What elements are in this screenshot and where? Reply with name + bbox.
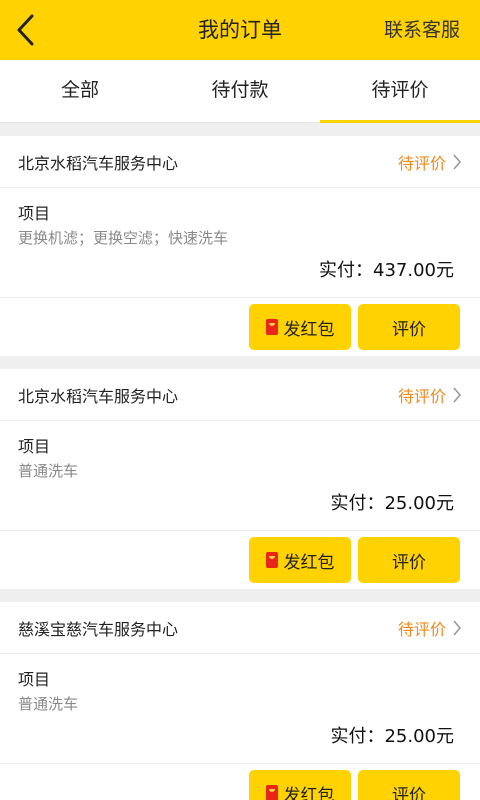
order-header[interactable]: 北京水稻汽车服务中心 待评价	[0, 136, 480, 188]
red-packet-icon	[265, 785, 278, 800]
item-list: 普通洗车	[18, 462, 79, 480]
paid-amount: 实付：437.00元	[319, 260, 454, 281]
item-label: 项目	[18, 204, 51, 223]
contact-service-button[interactable]: 联系客服	[384, 0, 460, 60]
order-actions: 发红包 评价	[0, 764, 480, 800]
order-actions: 发红包 评价	[0, 531, 480, 589]
red-packet-icon	[265, 319, 278, 335]
red-packet-icon	[265, 552, 278, 568]
paid-amount: 实付：25.00元	[330, 493, 454, 514]
order-status: 待评价	[398, 383, 462, 407]
red-packet-label: 发红包	[283, 552, 335, 573]
order-header[interactable]: 北京水稻汽车服务中心 待评价	[0, 369, 480, 421]
shop-name: 北京水稻汽车服务中心	[18, 386, 179, 406]
order-actions: 发红包 评价	[0, 298, 480, 356]
red-packet-button[interactable]: 发红包	[249, 304, 351, 350]
order-card: 北京水稻汽车服务中心 待评价 项目 更换机滤；更换空滤；快速洗车 实付：437.…	[0, 136, 480, 356]
chevron-right-icon	[453, 386, 462, 403]
chevron-right-icon	[453, 153, 462, 170]
order-list: 北京水稻汽车服务中心 待评价 项目 更换机滤；更换空滤；快速洗车 实付：437.…	[0, 123, 480, 800]
shop-name: 慈溪宝慈汽车服务中心	[18, 619, 179, 639]
shop-name: 北京水稻汽车服务中心	[18, 153, 179, 173]
red-packet-label: 发红包	[283, 319, 335, 340]
order-status: 待评价	[398, 616, 462, 640]
item-list: 更换机滤；更换空滤；快速洗车	[18, 229, 229, 247]
tab-all[interactable]: 全部	[0, 60, 160, 122]
status-label: 待评价	[397, 386, 446, 406]
red-packet-label: 发红包	[283, 785, 335, 800]
paid-amount: 实付：25.00元	[330, 726, 454, 747]
order-status: 待评价	[398, 150, 462, 174]
order-tabs: 全部 待付款 待评价	[0, 60, 480, 123]
order-card: 北京水稻汽车服务中心 待评价 项目 普通洗车 实付：25.00元 发红包 评价	[0, 369, 480, 589]
status-label: 待评价	[397, 153, 446, 173]
rate-button[interactable]: 评价	[358, 537, 460, 583]
order-details: 项目 普通洗车 实付：25.00元	[0, 654, 480, 764]
order-details: 项目 更换机滤；更换空滤；快速洗车 实付：437.00元	[0, 188, 480, 298]
order-details: 项目 普通洗车 实付：25.00元	[0, 421, 480, 531]
item-label: 项目	[18, 670, 51, 689]
status-label: 待评价	[397, 619, 446, 639]
rate-button[interactable]: 评价	[358, 770, 460, 800]
item-label: 项目	[18, 437, 51, 456]
order-header[interactable]: 慈溪宝慈汽车服务中心 待评价	[0, 602, 480, 654]
tab-pending-payment[interactable]: 待付款	[160, 60, 320, 122]
order-card: 慈溪宝慈汽车服务中心 待评价 项目 普通洗车 实付：25.00元 发红包 评价	[0, 602, 480, 800]
tab-pending-review[interactable]: 待评价	[320, 60, 480, 123]
rate-button[interactable]: 评价	[358, 304, 460, 350]
top-bar: 我的订单 联系客服	[0, 0, 480, 60]
chevron-right-icon	[453, 619, 462, 636]
red-packet-button[interactable]: 发红包	[249, 770, 351, 800]
item-list: 普通洗车	[18, 695, 79, 713]
red-packet-button[interactable]: 发红包	[249, 537, 351, 583]
